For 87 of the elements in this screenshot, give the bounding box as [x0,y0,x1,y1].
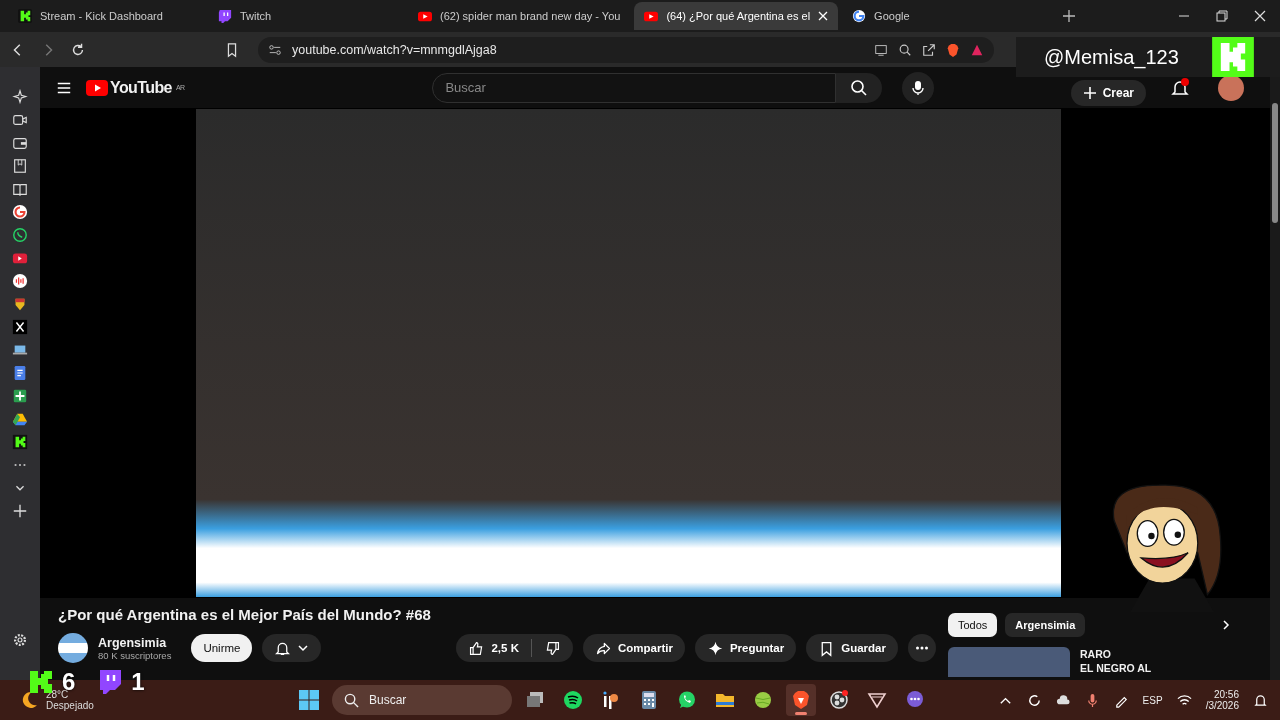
filter-chip[interactable]: Todos [948,613,998,637]
ask-button[interactable]: Preguntar [694,634,797,662]
bell-icon[interactable] [1170,77,1190,98]
browser-tab[interactable]: (62) spider man brand new day - You [408,2,631,30]
plus-icon [1082,85,1097,100]
viewer-count: 1 [131,668,145,696]
bookmark-book-icon[interactable] [12,158,28,174]
reload-icon[interactable] [70,41,86,58]
video-placeholder[interactable] [195,109,1061,597]
video-title[interactable]: RARO [1080,647,1152,661]
browser-tab[interactable]: Stream - Kick Dashboard [8,2,204,30]
lion-shield-icon[interactable] [791,690,811,710]
record-circle-icon[interactable] [829,690,849,710]
join-button[interactable]: Unirme [191,634,253,662]
phone-bubble-icon[interactable] [677,690,697,710]
chevron-down-icon [297,642,310,654]
subscriber-count: 80 K suscriptores [98,649,172,661]
scrollbar-thumb[interactable] [1272,103,1278,223]
triangle-icon[interactable] [867,690,887,710]
thumbnail-placeholder[interactable] [948,647,1070,677]
notification-icon[interactable] [1253,692,1268,708]
calculator-icon[interactable] [639,690,659,710]
address-bar[interactable]: youtube.com/watch?v=mnmgdlAjga8 [258,36,994,63]
document-icon[interactable] [12,365,28,381]
wallet-icon[interactable] [12,135,28,151]
windows-icon[interactable] [298,689,320,711]
zoom-icon[interactable] [898,42,912,57]
g-logo-icon [852,9,867,23]
youtube-logo[interactable]: YouTube $^{AR}$ [86,78,185,97]
share-icon[interactable] [922,42,936,57]
k-logo-icon [1210,37,1256,77]
microphone-icon [910,79,927,96]
channel-name[interactable]: Argensimia [98,635,172,650]
filter-chip[interactable]: Argensimia [1005,613,1086,637]
lion-shield-icon[interactable] [946,42,960,57]
plus-square-icon[interactable] [12,388,28,404]
chat-logo-icon [97,669,124,695]
taskbar-search-field[interactable]: Buscar [332,685,512,715]
channel-avatar[interactable] [58,633,88,663]
search-icon [850,78,869,97]
open-book-icon[interactable] [12,181,28,197]
weather-condition: Despejado [46,700,94,711]
g-logo-icon[interactable] [12,204,28,220]
restore-icon[interactable] [1216,10,1228,22]
browser-tab[interactable]: Twitch [208,2,404,30]
microphone-button[interactable] [902,71,935,104]
play-logo-icon [418,9,432,23]
ball-icon[interactable] [753,690,773,710]
audio-wave-icon[interactable] [12,273,28,289]
chat-bubble-icon[interactable] [905,690,925,710]
k-logo-icon [18,9,32,23]
search-button[interactable] [836,72,883,103]
streamer-handle: @Memisa_123 [1044,45,1179,69]
chevron-right-icon[interactable] [1220,619,1232,631]
clock-date[interactable]: /3/2026 [1205,700,1239,711]
plus-icon[interactable] [12,503,28,519]
video-title: ¿Por qué Argentina es el Mejor País del Mundo? #68 [58,606,432,623]
star-icon[interactable] [12,89,28,105]
browser-tab[interactable]: Google [842,2,1039,30]
create-button[interactable]: Crear [1070,79,1146,106]
video-camera-icon[interactable] [12,112,28,128]
ip-letters-icon[interactable] [601,690,621,710]
video-title[interactable]: EL NEGRO AL [1080,661,1152,675]
save-button[interactable]: Guardar [806,634,898,662]
language-indicator[interactable]: ESP [1142,694,1163,706]
chat-logo-icon [218,9,232,23]
cast-icon[interactable] [874,42,888,57]
notifications-button[interactable] [262,634,322,662]
more-button[interactable] [908,634,936,662]
settings-icon[interactable] [12,632,28,648]
refresh-icon[interactable] [1026,692,1042,708]
phone-bubble-icon[interactable] [12,227,28,243]
close-icon[interactable] [1254,10,1266,22]
search-field[interactable]: Buscar [432,72,837,103]
sound-waves-icon[interactable] [563,690,583,710]
search-icon [344,692,359,708]
new-tab-icon[interactable] [1062,9,1077,23]
site-settings-icon[interactable] [268,42,282,57]
windows-stack-icon[interactable] [525,690,545,710]
browser-tab[interactable]: (64) ¿Por qué Argentina es el [634,2,839,30]
sparkle-icon [706,639,724,657]
triangle-drive-icon[interactable] [12,411,28,427]
k-logo-icon[interactable] [12,434,28,450]
share-button[interactable]: Compartir [582,634,685,662]
x-letter-icon[interactable] [12,319,28,335]
clock-time[interactable]: 20:56 [1213,689,1239,700]
play-logo-icon [644,9,659,23]
